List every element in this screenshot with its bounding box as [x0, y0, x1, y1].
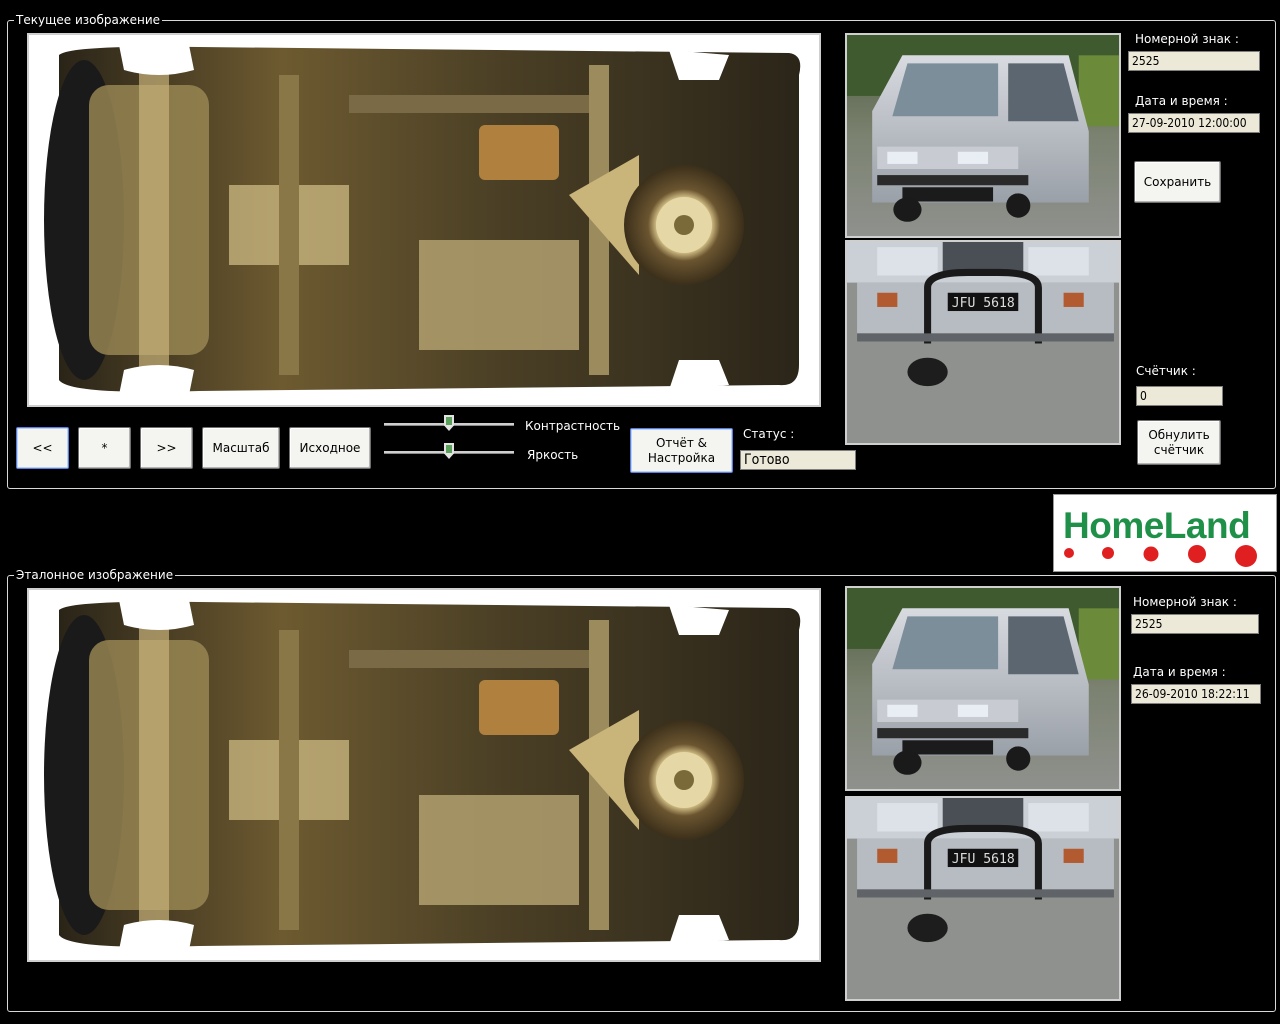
reference-plate-label: Номерной знак : [1133, 595, 1237, 609]
contrast-label: Контрастность [525, 419, 621, 433]
original-button[interactable]: Исходное [289, 427, 371, 469]
next-button[interactable]: >> [140, 427, 193, 469]
reference-datetime-field[interactable]: 26-09-2010 18:22:11 [1131, 684, 1261, 704]
current-image-title: Текущее изображение [14, 13, 163, 27]
reference-plate-text: JFU 5618 [952, 852, 1015, 867]
save-button[interactable]: Сохранить [1134, 161, 1221, 203]
reference-image-title: Эталонное изображение [14, 568, 176, 582]
contrast-slider[interactable] [384, 414, 514, 434]
reference-bumper-photo: JFU 5618 [845, 796, 1121, 1001]
status-field: Готово [740, 450, 856, 470]
current-datetime-field[interactable]: 27-09-2010 12:00:00 [1128, 113, 1260, 133]
reference-plate-field[interactable]: 2525 [1131, 614, 1259, 634]
prev-button[interactable]: << [16, 427, 69, 469]
current-van-photo [845, 33, 1121, 238]
reference-datetime-label: Дата и время : [1133, 665, 1226, 679]
reference-undercarriage-image [27, 588, 821, 962]
brightness-label: Яркость [527, 448, 579, 462]
brightness-slider-thumb[interactable] [444, 443, 454, 459]
contrast-slider-thumb[interactable] [444, 415, 454, 431]
current-plate-text: JFU 5618 [952, 296, 1015, 311]
reset-counter-button[interactable]: Обнулить счётчик [1137, 420, 1221, 465]
status-label: Статус : [743, 427, 795, 441]
scale-button[interactable]: Масштаб [202, 427, 280, 469]
current-plate-field[interactable]: 2525 [1128, 51, 1260, 71]
current-bumper-photo: JFU 5618 [845, 240, 1121, 445]
counter-field[interactable]: 0 [1136, 386, 1223, 406]
report-settings-button[interactable]: Отчёт & Настройка [630, 428, 733, 473]
current-plate-label: Номерной знак : [1135, 32, 1239, 46]
star-button[interactable]: * [78, 427, 131, 469]
logo-text: HomeLand [1063, 505, 1251, 546]
reference-van-photo [845, 586, 1121, 791]
homeland-logo: HomeLand [1053, 494, 1277, 572]
current-undercarriage-image [27, 33, 821, 407]
logo-dots [1064, 545, 1257, 567]
current-datetime-label: Дата и время : [1135, 94, 1228, 108]
brightness-slider[interactable] [384, 442, 514, 462]
counter-label: Счётчик : [1136, 364, 1196, 378]
